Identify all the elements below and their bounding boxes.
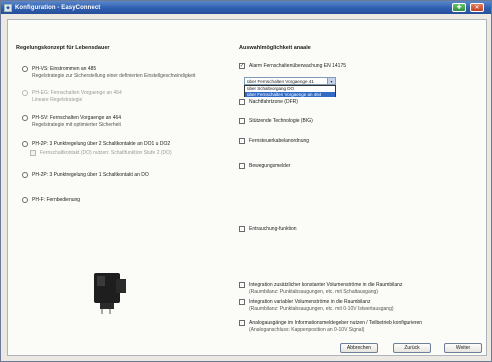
left-heading: Regelungskonzept für Lebensdauer [16,45,110,51]
radio-button[interactable] [22,172,28,178]
radio-option-2p-one[interactable]: PH-2P: 3 Punktregelung über 1 Schaltkont… [22,172,149,179]
controller-device-image [94,273,126,314]
radio-button[interactable] [22,141,28,147]
option-title: PH-2P: 3 Punktregelung über 2 Schaltkont… [32,141,171,147]
select-value: über Fernschalten Vorgaenge 41 [247,78,314,84]
checkbox[interactable] [239,163,245,169]
checkbox[interactable] [239,320,245,326]
checkbox[interactable] [30,150,36,156]
checkbox[interactable] [239,99,245,105]
alarm-label: Alarm Fernschaltenüberwachung EN 14175 [249,63,346,69]
radio-option-eg[interactable]: PH-EG: Fernschalten Vorgaenge an 464 Lin… [22,90,122,103]
alarm-mode-select[interactable]: über Fernschalten Vorgaenge 41 ▾ [244,77,336,85]
option-subtitle: Regelstrategie mit optimierter Sicherhei… [32,121,121,128]
option-label: Entrauchung-funktion [249,226,297,232]
option-label: Stützende Technologie (BIG) [249,118,313,124]
option-fernsteuer[interactable]: Fernsteuerkabelanordnung [239,138,309,145]
radio-button[interactable] [22,90,28,96]
next-button[interactable]: Weiter [444,343,482,353]
radio-option-vs[interactable]: PH-VS: Einstrommen an 485 Regelstrategie… [22,66,195,79]
option-label: Nachtfahrtzone (DFR) [249,99,298,105]
option-title: PH-F: Fernbedienung [32,197,81,203]
radio-button[interactable] [22,115,28,121]
help-icon[interactable]: ✚ [452,3,466,12]
app-icon: ◆ [4,3,12,12]
option-title: PH-EG: Fernschalten Vorgaenge an 464 [32,90,122,96]
checkbox[interactable] [239,299,245,305]
window-title: Konfiguration - EasyConnect [15,4,101,11]
option-label: Fernsteuerkabelanordnung [249,138,310,144]
option-nachtfahrt[interactable]: Nachtfahrtzone (DFR) [239,99,298,106]
radio-option-2p-two[interactable]: PH-2P: 3 Punktregelung über 2 Schaltkont… [22,141,170,148]
integration-title: Integration zusätzlicher konstanter Volu… [249,282,403,288]
sub-option-label: Fernschaltkontakt (DO) nutzen: Schaltfun… [40,150,172,156]
alarm-option[interactable]: ✓ Alarm Fernschaltenüberwachung EN 14175 [239,63,346,70]
integration-title: Integration variabler Volumenströme in d… [249,299,371,305]
option-entrauchung[interactable]: Entrauchung-funktion [239,226,297,233]
title-bar[interactable]: ◆ Konfiguration - EasyConnect ✚ ✕ [1,1,491,14]
option-title: PH-VS: Einstrommen an 485 [32,66,97,72]
integration-subtitle: (Raumbilanz: Punktabsaugungen, etc. mit … [249,305,394,312]
right-heading: Auswahlmöglichkeit anaale [239,45,311,51]
dropdown-option-selected[interactable]: über Fernschalten Vorgaenge an 464 [245,91,335,97]
integration-constant[interactable]: Integration zusätzlicher konstanter Volu… [239,282,402,295]
option-subtitle: Lineare Regelstrategie [32,96,83,103]
integration-variable[interactable]: Integration variabler Volumenströme in d… [239,299,394,312]
checkbox[interactable] [239,118,245,124]
radio-option-fernbedienung[interactable]: PH-F: Fernbedienung [22,197,80,204]
checkbox[interactable] [239,226,245,232]
sub-option-fernschalt[interactable]: Fernschaltkontakt (DO) nutzen: Schaltfun… [30,150,172,157]
option-technologie[interactable]: Stützende Technologie (BIG) [239,118,313,125]
configuration-window: ◆ Konfiguration - EasyConnect ✚ ✕ Regelu… [0,0,492,362]
radio-option-sv[interactable]: PH-SV: Fernschalten Vorgaenge an 464 Reg… [22,115,121,128]
radio-button[interactable] [22,66,28,72]
option-bewegungsmelder[interactable]: Bewegungsmelder [239,163,290,170]
integration-analog[interactable]: Analogausgänge im Informationsmeldegeber… [239,320,422,333]
option-subtitle: Regelstrategie zur Sicherstellung einer … [32,72,196,79]
integration-subtitle: (Analoganschluss: Kappenposition an 0-10… [249,326,365,333]
option-title: PH-SV: Fernschalten Vorgaenge an 464 [32,115,122,121]
chevron-down-icon[interactable]: ▾ [327,78,335,84]
cancel-button[interactable]: Abbrechen [340,343,378,353]
back-button[interactable]: Zurück [393,343,431,353]
radio-button[interactable] [22,197,28,203]
alarm-checkbox[interactable]: ✓ [239,63,245,69]
close-icon[interactable]: ✕ [470,3,484,12]
alarm-mode-dropdown: über Schaltvorgang DO über Fernschalten … [244,85,336,97]
checkbox[interactable] [239,282,245,288]
checkbox[interactable] [239,138,245,144]
integration-subtitle: (Raumbilanz: Punktabsaugungen, etc. mit … [249,288,378,295]
config-panel: Regelungskonzept für Lebensdauer PH-VS: … [7,19,487,356]
integration-title: Analogausgänge im Informationsmeldegeber… [249,320,423,326]
option-title: PH-2P: 3 Punktregelung über 1 Schaltkont… [32,172,149,178]
option-label: Bewegungsmelder [249,163,291,169]
